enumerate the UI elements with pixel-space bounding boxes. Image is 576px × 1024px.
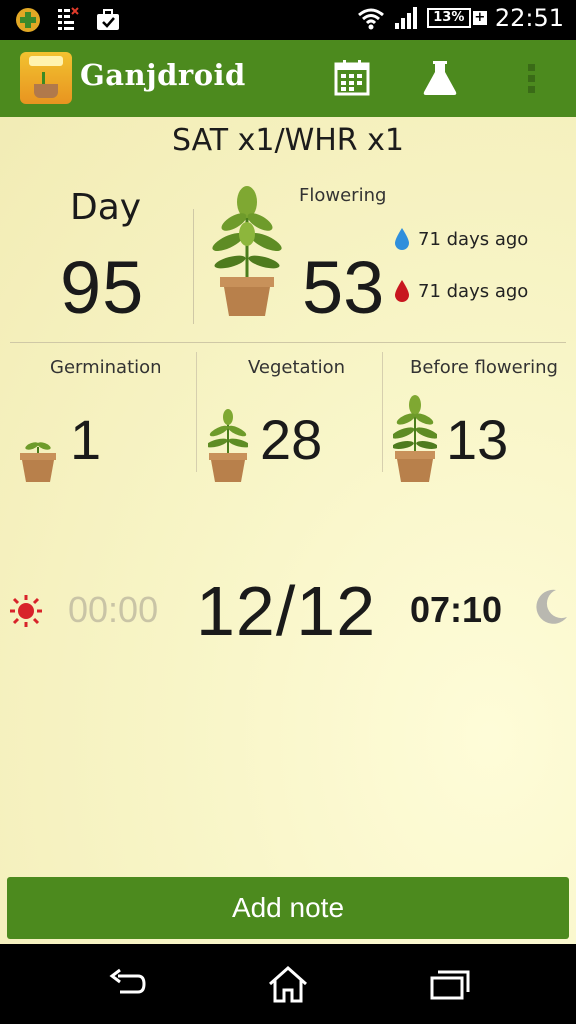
moon-icon (536, 589, 567, 624)
last-fertilized-text: 71 days ago (418, 280, 529, 302)
before-flowering-days: 13 (446, 408, 509, 471)
divider (193, 209, 194, 324)
home-icon (269, 965, 307, 1003)
action-bar: Ganjdroid (0, 40, 576, 117)
app-notification-icon (16, 8, 40, 32)
charging-icon: + (472, 10, 487, 25)
add-note-button[interactable]: Add note (7, 877, 569, 939)
status-bar: 13% + 22:51 (0, 0, 576, 40)
flowering-plant-icon (212, 186, 282, 316)
calendar-button[interactable] (332, 58, 372, 98)
germination-days: 1 (70, 408, 102, 471)
divider (10, 342, 566, 343)
lights-off-time[interactable]: 07:10 (410, 589, 502, 631)
home-button[interactable] (266, 964, 310, 1004)
divider (382, 352, 383, 472)
last-watered-text: 71 days ago (418, 228, 529, 250)
day-count: 95 (60, 246, 145, 329)
preflowering-plant-icon (393, 395, 437, 482)
flowering-day-count: 53 (302, 246, 385, 329)
clock: 22:51 (494, 4, 564, 32)
sim-icon (58, 7, 79, 30)
day-label: Day (70, 187, 142, 228)
vegetation-days: 28 (260, 408, 323, 471)
recent-apps-button[interactable] (428, 964, 472, 1004)
sun-icon (10, 595, 42, 627)
flowering-label: Flowering (299, 185, 387, 206)
back-button[interactable] (106, 964, 150, 1004)
nutrient-drop-icon (395, 280, 409, 302)
lights-on-time[interactable]: 00:00 (68, 589, 158, 631)
calendar-icon (334, 60, 370, 96)
seedling-icon (20, 442, 56, 482)
grow-overview: SAT x1/WHR x1 Day 95 Flowering 53 71 day… (0, 117, 576, 944)
battery-level: 13% (426, 8, 471, 28)
phase-label-vegetation: Vegetation (248, 357, 346, 378)
app-title: Ganjdroid (80, 58, 246, 92)
phase-label-germination: Germination (50, 357, 162, 378)
light-cycle[interactable]: 12/12 (196, 571, 376, 651)
last-fertilized: 71 days ago (394, 279, 528, 303)
overflow-menu-button[interactable] (518, 58, 544, 98)
overflow-menu-icon (528, 64, 535, 93)
water-drop-icon (395, 228, 409, 250)
lab-button[interactable] (420, 58, 460, 98)
back-icon (109, 968, 146, 994)
app-logo-icon[interactable] (20, 52, 72, 104)
strain-name: SAT x1/WHR x1 (171, 123, 405, 158)
battery-icon: 13% + (426, 8, 487, 28)
phase-label-before-flowering: Before flowering (410, 357, 558, 378)
flask-icon (423, 61, 457, 95)
briefcase-icon (97, 9, 119, 30)
signal-icon (394, 7, 417, 29)
wifi-icon (357, 8, 384, 30)
recent-apps-icon (430, 970, 470, 1000)
navigation-bar (0, 944, 576, 1024)
last-watered: 71 days ago (394, 227, 528, 251)
vegetative-plant-icon (208, 409, 248, 482)
divider (196, 352, 197, 472)
